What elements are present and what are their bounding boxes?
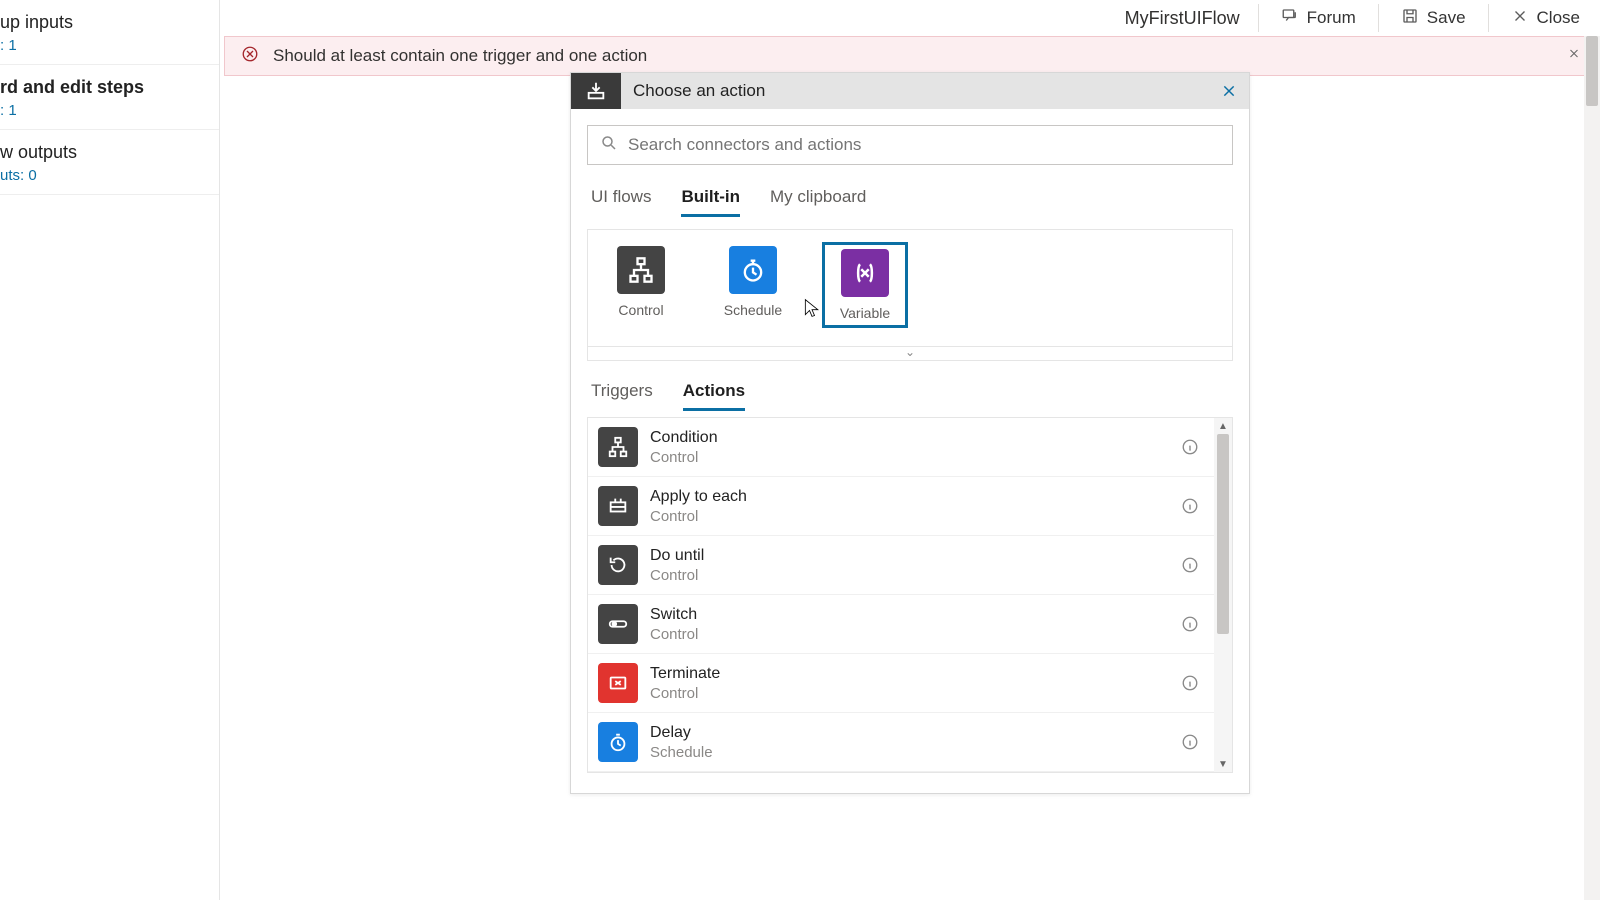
action-text: Switch Control [638,606,1176,643]
tile-label: Schedule [714,302,792,318]
error-message: Should at least contain one trigger and … [273,46,647,66]
action-icon [598,722,638,762]
action-icon [598,486,638,526]
scroll-up-icon[interactable]: ▲ [1214,418,1232,434]
divider [1258,4,1259,32]
close-button[interactable]: Close [1497,3,1594,34]
sidebar-title: rd and edit steps [0,77,213,98]
sidebar-title: up inputs [0,12,213,33]
scroll-down-icon[interactable]: ▼ [1214,756,1232,772]
action-info-button[interactable] [1176,615,1204,633]
connector-grid: Control Schedule Variable [587,229,1233,347]
action-terminate[interactable]: Terminate Control [588,654,1214,713]
collapse-connector-grid[interactable]: ⌄ [587,347,1233,361]
schedule-icon [729,246,777,294]
close-label: Close [1537,8,1580,28]
action-text: Do until Control [638,547,1176,584]
card-header: Choose an action [571,73,1249,109]
sidebar-subtitle: : 1 [0,102,213,119]
action-info-button[interactable] [1176,733,1204,751]
tab-builtin[interactable]: Built-in [681,181,740,217]
card-title: Choose an action [621,81,1209,101]
sidebar-title: w outputs [0,142,213,163]
pivot-tabs: UI flows Built-in My clipboard [587,181,1233,217]
action-do-until[interactable]: Do until Control [588,536,1214,595]
action-info-button[interactable] [1176,497,1204,515]
action-switch[interactable]: Switch Control [588,595,1214,654]
action-category: Schedule [650,744,1176,761]
dismiss-banner-button[interactable] [1567,47,1581,66]
action-apply-to-each[interactable]: Apply to each Control [588,477,1214,536]
close-icon [1511,7,1529,30]
action-name: Apply to each [650,488,1176,506]
top-command-bar: MyFirstUIFlow Forum Save Close [1125,0,1600,36]
action-icon [598,604,638,644]
sidebar-subtitle: uts: 0 [0,167,213,184]
action-name: Terminate [650,665,1176,683]
sidebar-group-inputs[interactable]: up inputs : 1 [0,0,219,65]
action-picker-card: Choose an action UI flows Built-in My cl… [570,72,1250,794]
left-sidebar: up inputs : 1 rd and edit steps : 1 w ou… [0,0,220,900]
action-category: Control [650,508,1176,525]
action-name: Delay [650,724,1176,742]
search-input[interactable] [628,135,1220,155]
action-info-button[interactable] [1176,674,1204,692]
action-delay[interactable]: Delay Schedule [588,713,1214,772]
action-text: Delay Schedule [638,724,1176,761]
action-text: Condition Control [638,429,1176,466]
forum-icon [1281,7,1299,30]
action-name: Switch [650,606,1176,624]
action-category: Control [650,626,1176,643]
action-text: Apply to each Control [638,488,1176,525]
action-category: Control [650,449,1176,466]
tile-label: Variable [829,305,901,321]
tile-label: Control [602,302,680,318]
canvas-scrollbar[interactable]: ▲ [1584,36,1600,900]
flow-name: MyFirstUIFlow [1125,8,1240,29]
action-icon [598,427,638,467]
save-icon [1401,7,1419,30]
connector-variable[interactable]: Variable [822,242,908,328]
action-list-wrap: ConditionControlApply to eachControlDo u… [587,417,1233,773]
action-icon [598,545,638,585]
action-category: Control [650,567,1176,584]
designer-canvas: Should at least contain one trigger and … [220,36,1600,900]
sidebar-subtitle: : 1 [0,37,213,54]
action-icon [598,663,638,703]
sidebar-group-steps[interactable]: rd and edit steps : 1 [0,65,219,130]
error-banner: Should at least contain one trigger and … [224,36,1596,76]
divider [1488,4,1489,32]
card-close-button[interactable] [1209,83,1249,99]
action-condition[interactable]: Condition Control [588,418,1214,477]
connector-control[interactable]: Control [598,242,684,328]
action-text: Terminate Control [638,665,1176,702]
action-list: ConditionControlApply to eachControlDo u… [588,418,1214,772]
forum-label: Forum [1307,8,1356,28]
subpivot-tabs: Triggers Actions [587,361,1233,411]
tab-actions[interactable]: Actions [683,375,745,411]
tab-uiflows[interactable]: UI flows [591,181,651,217]
action-list-scrollbar[interactable]: ▲ ▼ [1214,418,1232,772]
card-header-icon [571,73,621,109]
scroll-thumb[interactable] [1217,434,1229,634]
variable-icon [841,249,889,297]
scroll-thumb[interactable] [1586,36,1598,106]
action-name: Do until [650,547,1176,565]
tab-clipboard[interactable]: My clipboard [770,181,866,217]
error-icon [241,45,259,68]
action-category: Control [650,685,1176,702]
action-info-button[interactable] [1176,438,1204,456]
action-info-button[interactable] [1176,556,1204,574]
divider [1378,4,1379,32]
search-icon [600,134,628,157]
control-icon [617,246,665,294]
connector-schedule[interactable]: Schedule [710,242,796,328]
forum-button[interactable]: Forum [1267,3,1370,34]
search-box[interactable] [587,125,1233,165]
tab-triggers[interactable]: Triggers [591,375,653,411]
sidebar-group-outputs[interactable]: w outputs uts: 0 [0,130,219,195]
action-name: Condition [650,429,1176,447]
save-button[interactable]: Save [1387,3,1480,34]
save-label: Save [1427,8,1466,28]
